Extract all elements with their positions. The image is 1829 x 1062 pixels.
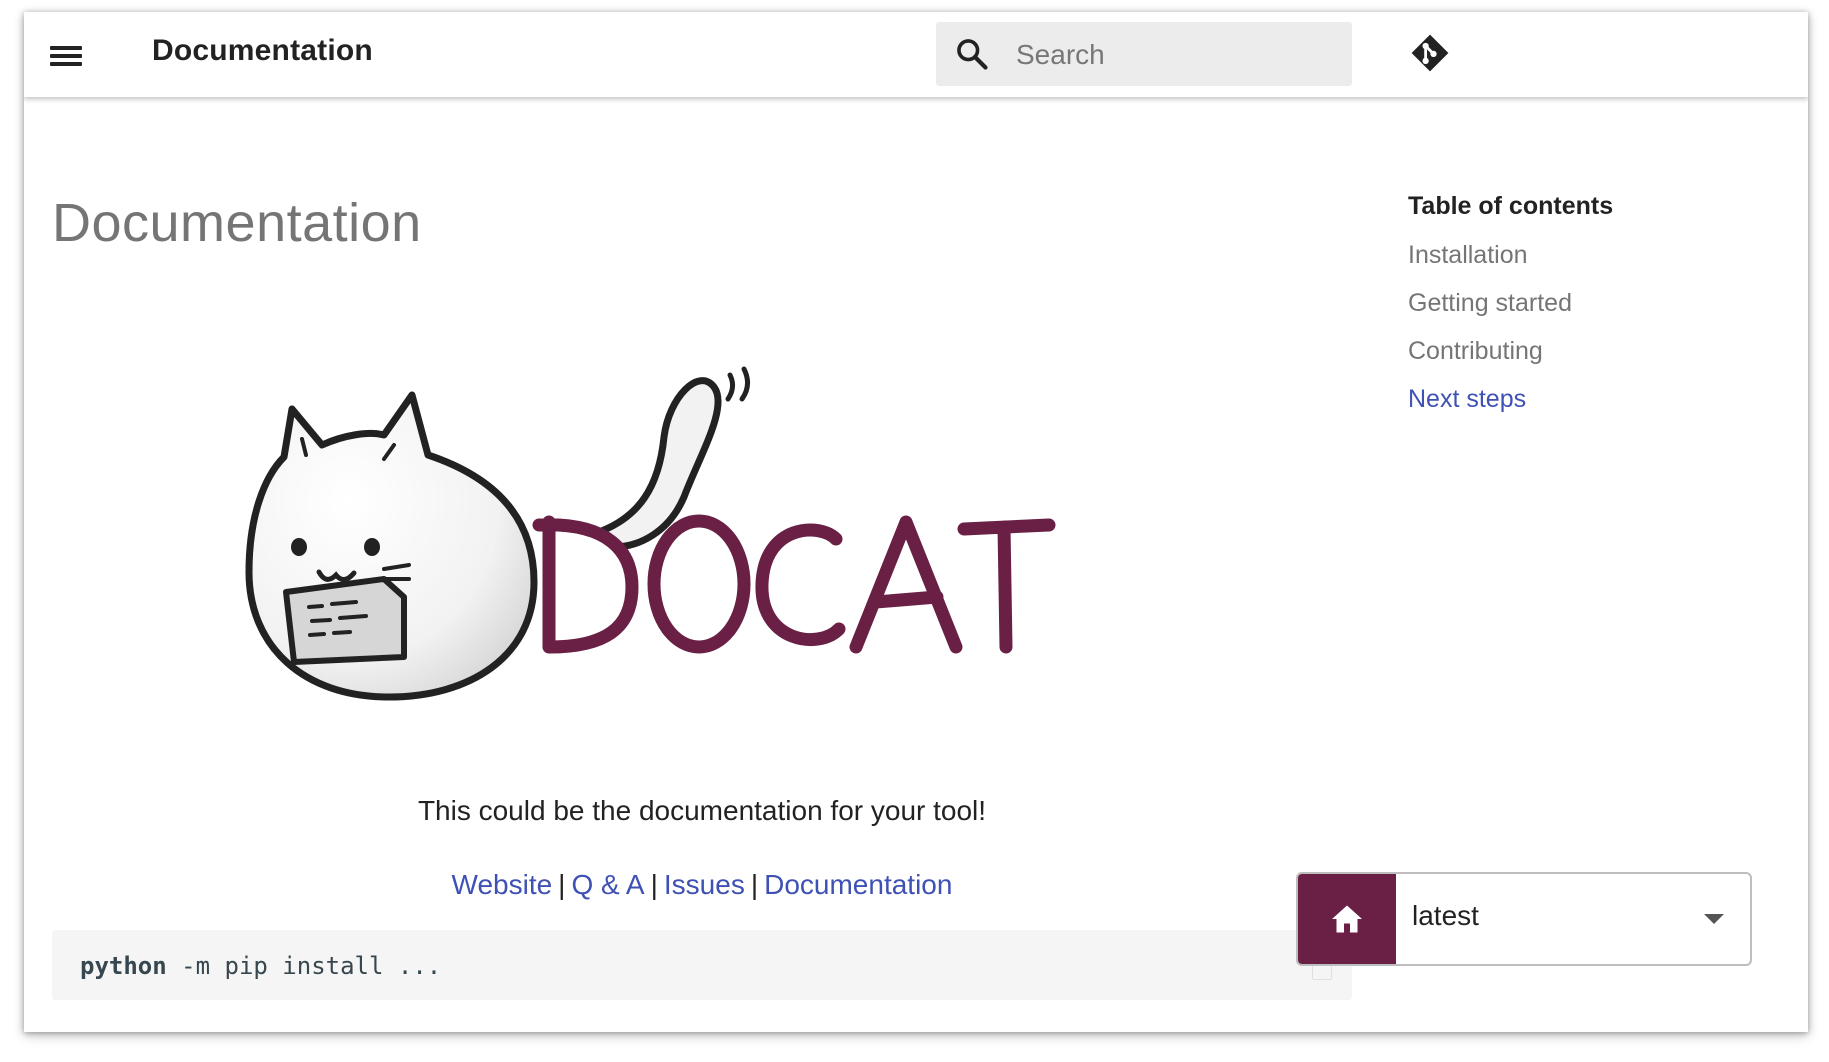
code-args: -m pip install ...: [166, 952, 442, 980]
version-select-value[interactable]: latest: [1412, 900, 1479, 932]
search-input[interactable]: [1014, 32, 1338, 78]
page-title: Documentation: [52, 193, 422, 253]
link-separator: |: [650, 869, 658, 900]
code-command: python: [80, 952, 167, 980]
toc-item-next-steps[interactable]: Next steps: [1408, 385, 1768, 415]
header-title: Documentation: [152, 34, 373, 67]
link-issues[interactable]: Issues: [664, 869, 745, 900]
toc-item-installation[interactable]: Installation: [1408, 241, 1768, 271]
git-diamond-icon[interactable]: [1409, 32, 1451, 74]
code-text: python -m pip install ...: [80, 952, 441, 980]
browser-window: Documentation Documentation: [24, 12, 1808, 1032]
hamburger-menu-icon[interactable]: [48, 42, 84, 70]
search-icon: [957, 39, 988, 70]
table-of-contents: Table of contents Installation Getting s…: [1408, 192, 1768, 433]
link-qa[interactable]: Q & A: [571, 869, 644, 900]
code-block: python -m pip install ...: [52, 930, 1352, 1000]
home-icon: [1332, 905, 1362, 933]
chevron-down-icon[interactable]: [1704, 914, 1724, 924]
home-button[interactable]: [1298, 874, 1396, 964]
tagline: This could be the documentation for your…: [417, 795, 987, 826]
link-website[interactable]: Website: [452, 869, 553, 900]
links-row: Website | Q & A | Issues | Documentation: [52, 869, 1352, 901]
toc-item-contributing[interactable]: Contributing: [1408, 337, 1768, 367]
docat-logo: [245, 366, 1056, 701]
toc-title: Table of contents: [1408, 192, 1614, 220]
link-documentation[interactable]: Documentation: [764, 869, 952, 900]
version-selector[interactable]: latest: [1296, 872, 1752, 966]
link-separator: |: [558, 869, 566, 900]
toc-item-getting-started[interactable]: Getting started: [1408, 289, 1768, 319]
link-separator: |: [750, 869, 759, 900]
search-box[interactable]: [936, 22, 1352, 86]
top-header: Documentation: [24, 12, 1808, 97]
